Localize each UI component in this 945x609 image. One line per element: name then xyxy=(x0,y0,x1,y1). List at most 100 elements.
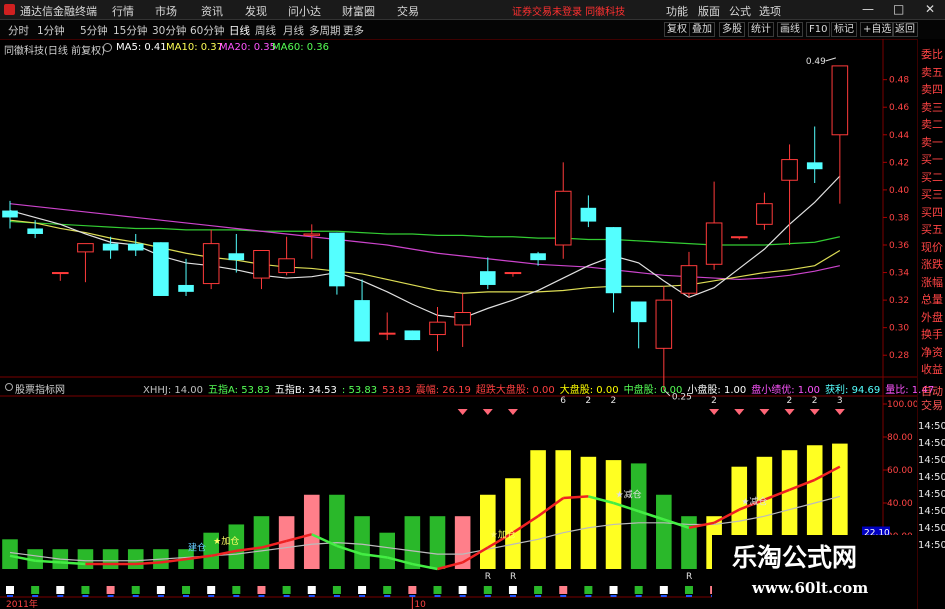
period-60min[interactable]: 60分钟 xyxy=(190,23,224,38)
signal-r: R xyxy=(510,572,516,582)
indicator-values: XHHJ: 14.00 五指A: 53.83 五指B: 34.53: 53.83 53… xyxy=(143,381,939,396)
ind-tick-label: 100.00 xyxy=(887,400,918,410)
app-logo-icon xyxy=(4,4,15,15)
side-tab-item[interactable]: 卖五 xyxy=(919,66,945,80)
side-tab-item[interactable]: 换手 xyxy=(919,328,945,342)
bottom-signal-dash xyxy=(535,595,542,597)
mark-button[interactable]: 标记 xyxy=(831,22,857,37)
period-weekly[interactable]: 周线 xyxy=(255,23,276,38)
menu-formula[interactable]: 公式 xyxy=(729,3,751,19)
side-tab-item[interactable]: 收益 xyxy=(919,363,945,377)
side-tab-item[interactable]: 买二 xyxy=(919,171,945,185)
side-tab-item[interactable]: 现价 xyxy=(919,241,945,255)
candle-body xyxy=(554,190,572,246)
draw-button[interactable]: 画线 xyxy=(777,22,803,37)
period-timeshare[interactable]: 分时 xyxy=(8,23,29,38)
side-tab-item[interactable]: 委比 xyxy=(919,48,945,62)
side-tab-bottom-item[interactable]: 自动 xyxy=(919,385,945,399)
side-tab-item[interactable]: 卖二 xyxy=(919,118,945,132)
menu-ask[interactable]: 问小达 xyxy=(288,3,321,19)
x-axis-month: 10 xyxy=(414,600,426,609)
time-label: 14:50 xyxy=(918,421,945,432)
back-button[interactable]: 返回 xyxy=(892,22,918,37)
side-tab-item[interactable]: 卖四 xyxy=(919,83,945,97)
watermark-box: 乐淘公式网 www.60lt.com xyxy=(712,535,917,609)
period-5min[interactable]: 5分钟 xyxy=(80,23,108,38)
menu-options[interactable]: 选项 xyxy=(759,3,781,19)
maximize-icon[interactable]: □ xyxy=(893,2,904,16)
bottom-signal-box xyxy=(6,586,14,594)
side-tab-item[interactable]: 涨跌 xyxy=(919,258,945,272)
period-15min[interactable]: 15分钟 xyxy=(113,23,147,38)
kline-chart[interactable]: 0.48 0.46 0.44 0.42 0.40 0.38 0.36 0.34 0.32 0.30… xyxy=(0,39,918,609)
bottom-signal-box xyxy=(559,586,568,594)
multistock-button[interactable]: 多股 xyxy=(719,22,745,37)
price-tick-label: 0.30 xyxy=(889,324,909,334)
side-tab-item[interactable]: 买五 xyxy=(919,223,945,237)
period-daily[interactable]: 日线 xyxy=(229,23,250,38)
menu-wealth[interactable]: 财富圈 xyxy=(342,3,375,19)
side-tab-item[interactable]: 卖三 xyxy=(919,101,945,115)
minimize-icon[interactable]: — xyxy=(862,2,874,16)
menu-trade[interactable]: 交易 xyxy=(397,3,419,19)
candle-body xyxy=(404,330,421,341)
menu-news[interactable]: 资讯 xyxy=(201,3,223,19)
bottom-signal-dash xyxy=(308,595,315,597)
menu-market[interactable]: 市场 xyxy=(155,3,177,19)
adjust-button[interactable]: 复权 xyxy=(664,22,690,37)
period-monthly[interactable]: 月线 xyxy=(283,23,304,38)
candle-body xyxy=(329,232,345,287)
candle-body xyxy=(354,300,370,342)
price-tick-label: 0.46 xyxy=(889,103,909,113)
menu-quotes[interactable]: 行情 xyxy=(112,3,134,19)
indicator-bar xyxy=(303,494,320,569)
close-icon[interactable]: ✕ xyxy=(925,2,935,16)
side-tab-item[interactable]: 外盘 xyxy=(919,311,945,325)
side-tab-item[interactable]: 卖一 xyxy=(919,136,945,150)
side-tab-item[interactable]: 买四 xyxy=(919,206,945,220)
high-pointer xyxy=(825,57,836,62)
signal-count: 6 xyxy=(560,396,566,406)
side-tab-item[interactable]: 买三 xyxy=(919,188,945,202)
bottom-signal-box xyxy=(358,586,367,594)
price-tick-label: 0.28 xyxy=(889,351,909,361)
menu-layout[interactable]: 版面 xyxy=(698,3,720,19)
time-label: 14:50 xyxy=(918,540,945,551)
menu-discover[interactable]: 发现 xyxy=(245,3,267,19)
login-notice[interactable]: 证券交易未登录 同徽科技 xyxy=(512,3,625,18)
side-tab-item[interactable]: 买一 xyxy=(919,153,945,167)
bottom-signal-box xyxy=(659,586,668,594)
side-tab-item[interactable]: 涨幅 xyxy=(919,276,945,290)
candle-body xyxy=(630,301,647,323)
menu-function[interactable]: 功能 xyxy=(666,3,688,19)
candle-body xyxy=(127,243,144,251)
f10-button[interactable]: F10 xyxy=(806,22,831,37)
bottom-signal-box xyxy=(31,586,40,594)
indicator-bar xyxy=(379,532,396,569)
side-tab-item[interactable]: 净资 xyxy=(919,346,945,360)
period-1min[interactable]: 1分钟 xyxy=(37,23,65,38)
bottom-signal-dash xyxy=(157,595,164,597)
candle-body xyxy=(680,265,698,294)
watermark-title: 乐淘公式网 xyxy=(732,543,858,572)
overlay-button[interactable]: 叠加 xyxy=(689,22,715,37)
indicator-value: 超跌大盘股: 0.00 xyxy=(475,385,555,396)
side-tab-bottom-item[interactable]: 交易 xyxy=(919,399,945,413)
candle-body xyxy=(253,250,270,279)
indicator-bar xyxy=(656,494,672,569)
add-watchlist-button[interactable]: +自选 xyxy=(860,22,895,37)
candle-body xyxy=(51,272,69,275)
diamond-marker xyxy=(784,409,795,415)
bottom-signal-box xyxy=(433,586,442,594)
candle-body xyxy=(77,243,94,253)
side-tab-item[interactable]: 总量 xyxy=(919,293,945,307)
period-more[interactable]: 更多 xyxy=(343,23,364,38)
indicator-settings-icon[interactable] xyxy=(5,383,13,391)
indicator-bar xyxy=(329,494,345,569)
period-multi[interactable]: 多周期 xyxy=(309,23,341,38)
candle-body xyxy=(278,258,295,274)
stats-button[interactable]: 统计 xyxy=(748,22,774,37)
bottom-signal-dash xyxy=(610,595,617,597)
period-30min[interactable]: 30分钟 xyxy=(152,23,186,38)
candle-body xyxy=(153,242,169,296)
